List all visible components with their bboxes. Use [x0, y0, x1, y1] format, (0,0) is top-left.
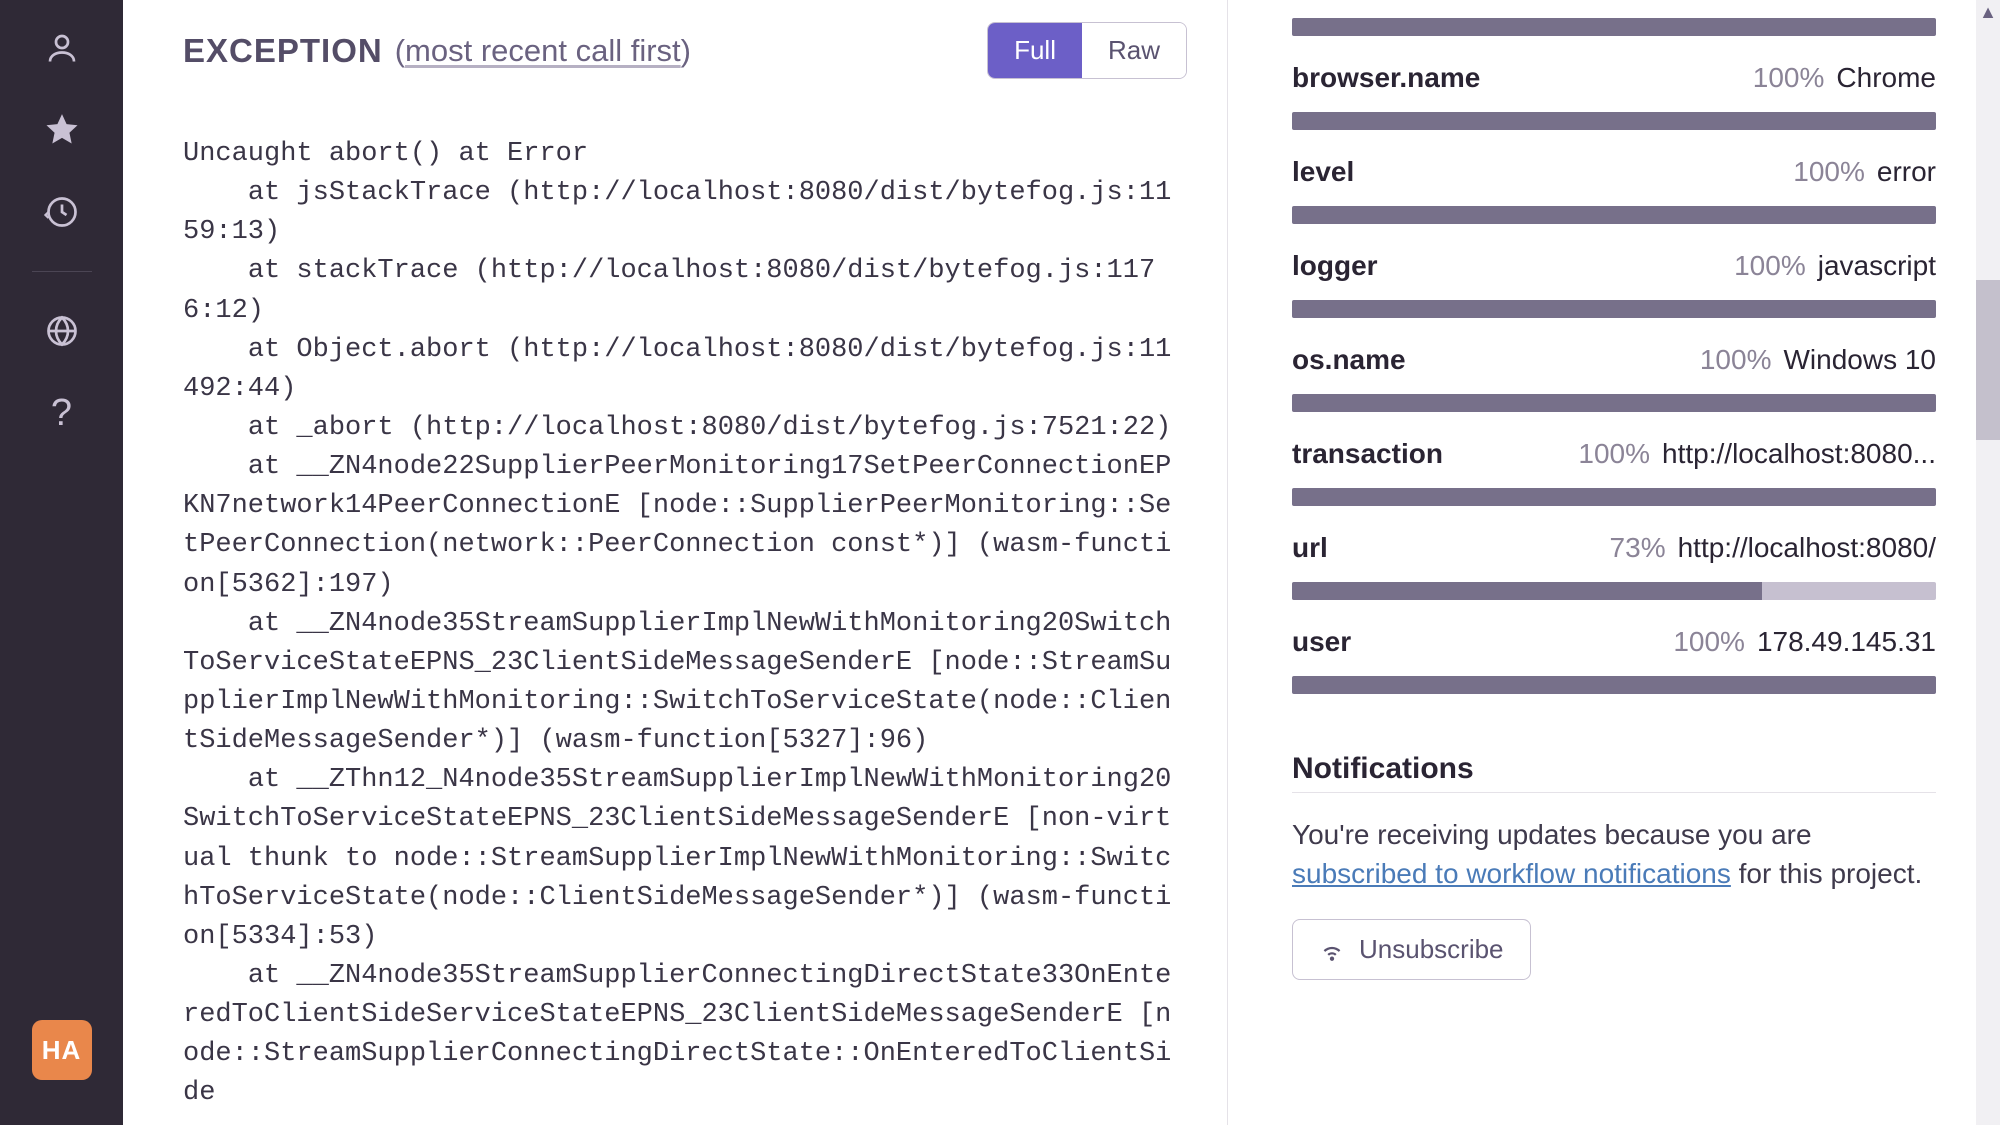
tag-row[interactable]: os.name 100% Windows 10	[1292, 344, 1936, 412]
unsubscribe-button[interactable]: Unsubscribe	[1292, 919, 1531, 980]
scrollbar[interactable]: ▲	[1976, 0, 2000, 1125]
tag-label: user	[1292, 626, 1351, 658]
tag-bar	[1292, 676, 1936, 694]
stack-trace: Uncaught abort() at Error at jsStackTrac…	[183, 135, 1187, 1114]
tag-percent: 100%	[1578, 438, 1650, 470]
tag-bar	[1292, 18, 1936, 36]
history-icon[interactable]	[39, 189, 85, 235]
tag-row[interactable]: logger 100% javascript	[1292, 250, 1936, 318]
tag-bar	[1292, 206, 1936, 224]
tag-bar	[1292, 582, 1936, 600]
tag-value: Chrome	[1836, 62, 1936, 94]
tag-percent: 73%	[1610, 532, 1666, 564]
tag-row[interactable]	[1292, 18, 1936, 36]
notifications-text: You're receiving updates because you are…	[1292, 815, 1936, 893]
tag-value: Windows 10	[1783, 344, 1936, 376]
exception-panel: EXCEPTION (most recent call first) Full …	[123, 0, 1228, 1125]
trace-view-toggle: Full Raw	[987, 22, 1187, 79]
exception-title: EXCEPTION	[183, 32, 383, 70]
toggle-full-button[interactable]: Full	[988, 23, 1082, 78]
details-panel: browser.name 100% Chrome level 100% error logg…	[1228, 0, 2000, 1125]
toggle-raw-button[interactable]: Raw	[1082, 23, 1186, 78]
sidebar-divider	[32, 271, 92, 272]
scroll-thumb[interactable]	[1976, 280, 2000, 440]
tag-bar	[1292, 112, 1936, 130]
tag-label: os.name	[1292, 344, 1406, 376]
user-avatar[interactable]: HA	[32, 1020, 92, 1080]
tag-value: http://localhost:8080/	[1678, 532, 1936, 564]
tag-label: logger	[1292, 250, 1378, 282]
tag-label: url	[1292, 532, 1328, 564]
tag-value: error	[1877, 156, 1936, 188]
tag-bar	[1292, 394, 1936, 412]
tag-percent: 100%	[1700, 344, 1772, 376]
tag-row[interactable]: level 100% error	[1292, 156, 1936, 224]
wifi-icon	[1319, 937, 1345, 963]
tag-row[interactable]: url 73% http://localhost:8080/	[1292, 532, 1936, 600]
profile-icon[interactable]	[39, 25, 85, 71]
tag-percent: 100%	[1793, 156, 1865, 188]
tag-value: 178.49.145.31	[1757, 626, 1936, 658]
tag-value: http://localhost:8080...	[1662, 438, 1936, 470]
tag-percent: 100%	[1673, 626, 1745, 658]
tag-row[interactable]: browser.name 100% Chrome	[1292, 62, 1936, 130]
tag-percent: 100%	[1734, 250, 1806, 282]
tag-label: level	[1292, 156, 1354, 188]
tag-row[interactable]: user 100% 178.49.145.31	[1292, 626, 1936, 694]
tag-label: browser.name	[1292, 62, 1480, 94]
tag-value: javascript	[1818, 250, 1936, 282]
help-icon[interactable]: ?	[39, 390, 85, 436]
globe-icon[interactable]	[39, 308, 85, 354]
scroll-up-icon[interactable]: ▲	[1976, 0, 2000, 24]
tag-row[interactable]: transaction 100% http://localhost:8080...	[1292, 438, 1936, 506]
tag-bar	[1292, 488, 1936, 506]
exception-subtitle: (most recent call first)	[395, 33, 691, 69]
tag-percent: 100%	[1753, 62, 1825, 94]
star-icon[interactable]	[39, 107, 85, 153]
tag-label: transaction	[1292, 438, 1443, 470]
notifications-title: Notifications	[1292, 752, 1936, 793]
notifications-link[interactable]: subscribed to workflow notifications	[1292, 858, 1731, 889]
tag-bar	[1292, 300, 1936, 318]
nav-sidebar: ? HA	[0, 0, 123, 1125]
